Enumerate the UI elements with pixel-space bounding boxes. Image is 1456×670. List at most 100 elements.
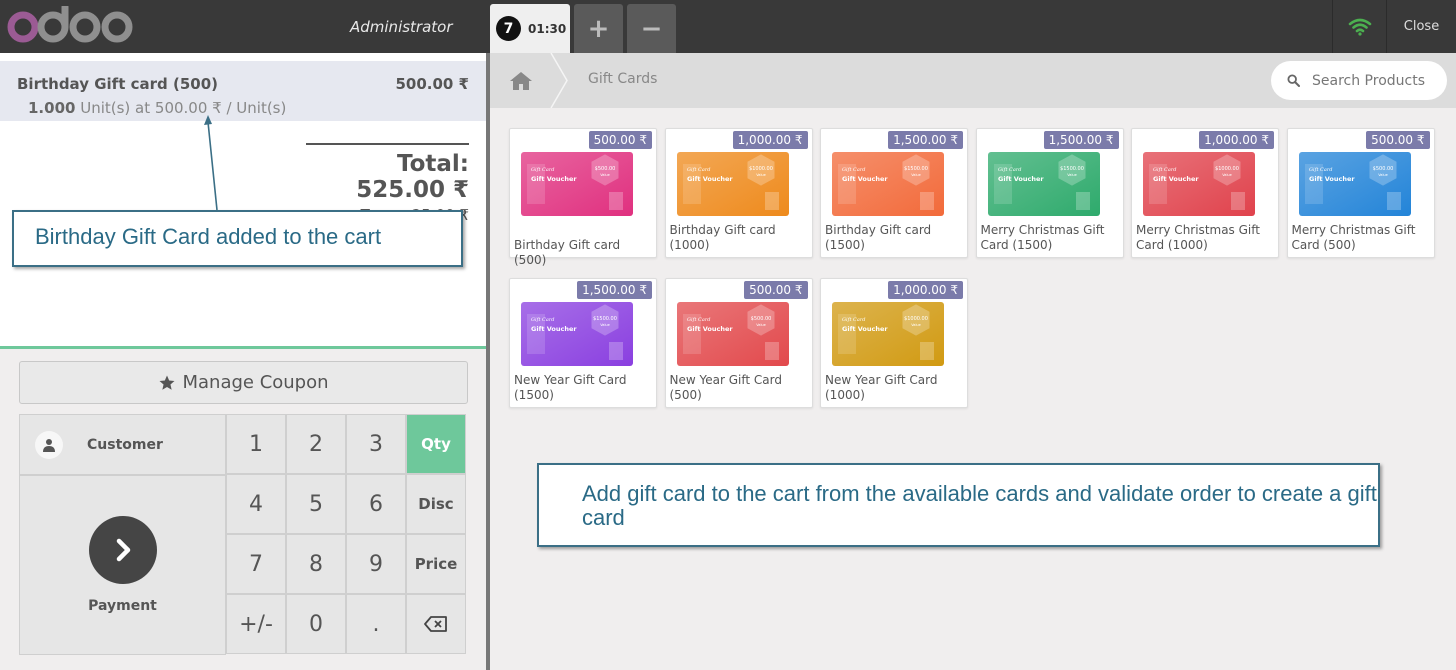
connection-status[interactable] <box>1332 0 1386 53</box>
svg-text:Gift Card: Gift Card <box>531 317 554 323</box>
svg-text:Value: Value <box>756 173 766 177</box>
product-card[interactable]: 1,000.00 ₹ Gift Card Gift Voucher $1000.00 V… <box>1131 128 1279 258</box>
gift-voucher-image: Gift Card Gift Voucher $1500.00 Value <box>987 152 1100 216</box>
svg-text:Gift Card: Gift Card <box>1309 167 1332 173</box>
numpad-key-plus-minus[interactable]: +/- <box>226 594 286 654</box>
product-name-line2: (1500) <box>514 388 554 402</box>
product-name-line1: Merry Christmas Gift <box>980 223 1105 237</box>
svg-text:Gift Voucher: Gift Voucher <box>842 175 888 183</box>
svg-text:Value: Value <box>911 323 921 327</box>
product-card[interactable]: 1,000.00 ₹ Gift Card Gift Voucher $1000.00 V… <box>820 278 968 408</box>
manage-coupon-button[interactable]: Manage Coupon <box>19 361 468 404</box>
product-name-line1: Birthday Gift card (500) <box>514 238 621 267</box>
customer-button[interactable]: Customer <box>19 414 226 475</box>
order-number: 7 <box>496 16 521 41</box>
close-button[interactable]: Close <box>1386 0 1456 53</box>
user-icon <box>35 430 63 459</box>
remove-order-button[interactable]: − <box>627 4 676 53</box>
numpad-key-9[interactable]: 9 <box>346 534 406 594</box>
product-card[interactable]: 1,500.00 ₹ Gift Card Gift Voucher $1500.00 V… <box>509 278 657 408</box>
product-name-line2: Card (1500) <box>980 238 1053 252</box>
product-price-badge: 1,500.00 ₹ <box>1043 131 1119 149</box>
product-name-line1: New Year Gift Card <box>825 373 938 387</box>
svg-text:Gift Card: Gift Card <box>842 317 865 323</box>
customer-label: Customer <box>87 436 163 453</box>
mode-disc-button[interactable]: Disc <box>406 474 466 534</box>
product-name: Birthday Gift card (1500) <box>825 223 965 253</box>
product-price-badge: 500.00 ₹ <box>744 281 808 299</box>
product-name-line2: (1000) <box>825 388 865 402</box>
svg-text:Gift Voucher: Gift Voucher <box>1153 175 1199 183</box>
search-icon <box>1287 74 1300 87</box>
username: Administrator <box>350 18 453 36</box>
product-name-line2: (1000) <box>669 238 710 252</box>
product-name-line2: (1500) <box>825 238 865 252</box>
product-card[interactable]: 1,000.00 ₹ Gift Card Gift Voucher $1000.00 V… <box>664 128 813 258</box>
add-order-button[interactable]: + <box>574 4 623 53</box>
numpad-key-2[interactable]: 2 <box>286 414 346 474</box>
product-card[interactable]: 500.00 ₹ Gift Card Gift Voucher $500.00 Valu… <box>664 278 813 408</box>
numpad-key-4[interactable]: 4 <box>226 474 286 534</box>
payment-button[interactable]: Payment <box>19 475 226 655</box>
svg-text:Gift Voucher: Gift Voucher <box>531 325 577 333</box>
mode-qty-button[interactable]: Qty <box>406 414 466 474</box>
product-name-line1: New Year Gift Card <box>669 373 782 387</box>
product-name: Birthday Gift card (500) <box>514 238 654 268</box>
svg-text:Gift Voucher: Gift Voucher <box>998 175 1044 183</box>
top-bar: Administrator 7 01:30 + − Close <box>0 0 1456 53</box>
svg-text:$500.00: $500.00 <box>1372 166 1393 172</box>
mode-price-button[interactable]: Price <box>406 534 466 594</box>
search-products-input[interactable]: Search Products <box>1271 61 1447 100</box>
product-name: Merry Christmas Gift Card (1500) <box>981 223 1121 253</box>
product-screen: Gift Cards Search Products 500.00 ₹ Gift … <box>490 53 1456 670</box>
gift-voucher-image: Gift Card Gift Voucher $500.00 Value <box>676 302 789 366</box>
product-name-line2: Card (1000) <box>1136 238 1208 252</box>
svg-text:$1000.00: $1000.00 <box>904 316 928 322</box>
annotation-cart-note: Birthday Gift Card added to the cart <box>12 210 463 267</box>
manage-coupon-label: Manage Coupon <box>182 372 329 393</box>
numpad-key-3[interactable]: 3 <box>346 414 406 474</box>
home-icon <box>510 71 532 90</box>
gift-voucher-image: Gift Card Gift Voucher $1500.00 Value <box>832 152 944 216</box>
order-line-info: 1.000 Unit(s) at 500.00 ₹ / Unit(s) <box>28 99 286 117</box>
backspace-key[interactable] <box>406 594 466 654</box>
numpad-key-dot[interactable]: . <box>346 594 406 654</box>
product-name: Merry Christmas Gift Card (500) <box>1292 223 1432 253</box>
product-card[interactable]: 500.00 ₹ Gift Card Gift Voucher $500.00 Valu… <box>1286 128 1435 258</box>
annotation-arrow <box>204 115 218 211</box>
product-card[interactable]: 1,500.00 ₹ Gift Card Gift Voucher $1500.00 V… <box>820 128 968 258</box>
numpad-key-7[interactable]: 7 <box>226 534 286 594</box>
gift-voucher-image: Gift Card Gift Voucher $1000.00 Value <box>1143 152 1255 216</box>
annotation-products-note: Add gift card to the cart from the avail… <box>537 463 1380 547</box>
breadcrumb-gift-cards[interactable]: Gift Cards <box>588 71 657 87</box>
svg-text:$1500.00: $1500.00 <box>593 316 617 322</box>
svg-text:Gift Card: Gift Card <box>998 167 1021 173</box>
numpad-key-0[interactable]: 0 <box>286 594 346 654</box>
svg-text:Value: Value <box>1378 173 1388 177</box>
product-card[interactable]: 1,500.00 ₹ Gift Card Gift Voucher $1500.00 V… <box>975 128 1124 258</box>
order-line-price: 500.00 ₹ <box>395 75 469 93</box>
numpad-key-8[interactable]: 8 <box>286 534 346 594</box>
product-price-badge: 1,000.00 ₹ <box>732 131 808 149</box>
numpad-key-5[interactable]: 5 <box>286 474 346 534</box>
product-name: New Year Gift Card (1500) <box>514 373 654 403</box>
svg-text:$500.00: $500.00 <box>750 316 771 322</box>
svg-text:Value: Value <box>600 173 610 177</box>
numpad-key-1[interactable]: 1 <box>226 414 286 474</box>
numpad: 1 2 3 Qty 4 5 6 Disc 7 8 9 Price +/- 0 . <box>226 414 468 655</box>
product-name: New Year Gift Card (1000) <box>825 373 965 403</box>
svg-text:Gift Voucher: Gift Voucher <box>842 325 888 333</box>
product-card[interactable]: 500.00 ₹ Gift Card Gift Voucher $500.00 Valu… <box>509 128 657 267</box>
order-tab[interactable]: 7 01:30 <box>490 4 570 53</box>
breadcrumb: Gift Cards Search Products <box>490 53 1456 108</box>
svg-text:Gift Voucher: Gift Voucher <box>531 175 577 183</box>
product-name: Birthday Gift card (1000) <box>670 223 810 253</box>
product-name-line2: (500) <box>669 388 702 402</box>
order-line[interactable]: Birthday Gift card (500) 500.00 ₹ 1.000 … <box>0 61 486 121</box>
svg-text:Gift Voucher: Gift Voucher <box>687 325 733 333</box>
order-line-name: Birthday Gift card (500) <box>17 75 218 93</box>
numpad-key-6[interactable]: 6 <box>346 474 406 534</box>
svg-text:Gift Voucher: Gift Voucher <box>687 175 733 183</box>
product-name-line1: New Year Gift Card <box>514 373 627 387</box>
home-button[interactable] <box>490 53 552 108</box>
